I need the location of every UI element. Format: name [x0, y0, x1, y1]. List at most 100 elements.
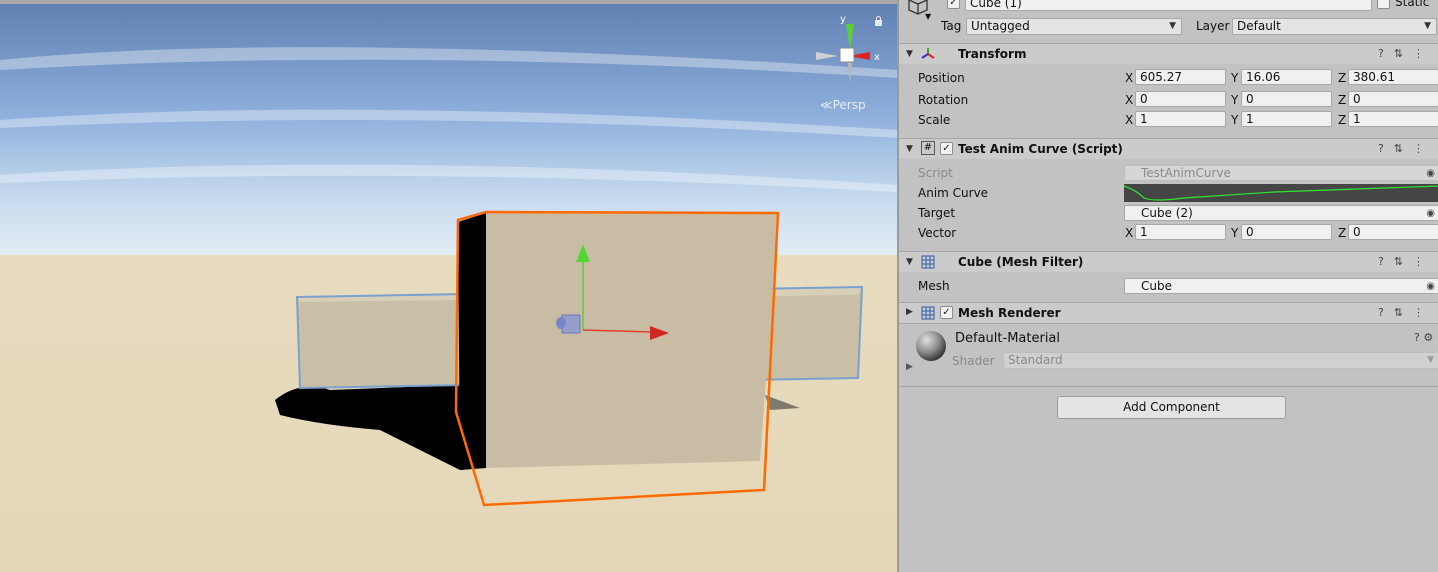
axis-z-label[interactable]: Z — [1338, 226, 1346, 240]
script-label: Script — [918, 166, 953, 180]
chevron-down-icon: ▼ — [1424, 21, 1431, 31]
object-picker-icon[interactable]: ◉ — [1426, 207, 1435, 220]
rotation-y-field[interactable]: 0 — [1241, 91, 1332, 107]
scale-x-field[interactable]: 1 — [1135, 111, 1226, 127]
script-value: TestAnimCurve — [1141, 166, 1231, 180]
lock-icon[interactable] — [874, 16, 883, 26]
help-icon: ? — [1377, 255, 1394, 268]
presets-icon: ⇅ — [1393, 142, 1413, 155]
help-icon: ? — [1377, 47, 1394, 60]
axis-x-label[interactable]: X — [1125, 113, 1133, 127]
presets-icon: ⇅ — [1393, 306, 1413, 319]
axis-x-label[interactable]: X — [1125, 71, 1133, 85]
material-preview-icon[interactable] — [915, 330, 947, 362]
static-checkbox[interactable] — [1377, 0, 1390, 9]
axis-z-label[interactable]: Z — [1338, 71, 1346, 85]
mesh-filter-icon — [921, 255, 935, 269]
transform-header[interactable]: ▼ Transform ?⇅⋮ — [899, 43, 1438, 64]
context-menu-icon: ⋮ — [1413, 255, 1434, 268]
foldout-collapsed-icon[interactable]: ▶ — [906, 307, 913, 317]
mesh-renderer-header[interactable]: ▶ ✓ Mesh Renderer ?⇅⋮ — [899, 302, 1438, 323]
context-menu-icon: ⋮ — [1413, 47, 1434, 60]
scale-label: Scale — [918, 113, 951, 127]
shader-label: Shader — [952, 354, 995, 368]
vector-y-field[interactable]: 0 — [1241, 224, 1332, 240]
active-checkbox[interactable]: ✓ — [947, 0, 960, 9]
vector-x-field[interactable]: 1 — [1135, 224, 1226, 240]
mesh-field[interactable]: Cube ◉ — [1124, 278, 1438, 294]
divider — [899, 323, 1438, 324]
axis-z-label[interactable]: Z — [1338, 93, 1346, 107]
gizmo-y-label: y — [840, 14, 846, 25]
foldout-arrow-icon[interactable]: ▼ — [906, 49, 913, 59]
scale-z-field[interactable]: 1 — [1348, 111, 1438, 127]
script-field: TestAnimCurve ◉ — [1124, 165, 1438, 181]
material-help-icon[interactable]: ? ⚙ — [1414, 331, 1433, 344]
icon-dropdown-caret[interactable]: ▼ — [925, 12, 931, 21]
static-label: Static — [1395, 0, 1430, 9]
axis-x-label[interactable]: X — [1125, 93, 1133, 107]
mesh-filter-title: Cube (Mesh Filter) — [958, 255, 1084, 269]
transform-icon — [921, 48, 935, 59]
add-component-button[interactable]: Add Component — [1057, 396, 1286, 419]
shader-dropdown: Standard ▼ — [1003, 352, 1438, 369]
transform-title: Transform — [958, 47, 1027, 61]
inspector-panel: ▼ ✓ Cube (1) Static Tag Untagged ▼ Layer… — [897, 0, 1438, 572]
rotation-x-field[interactable]: 0 — [1135, 91, 1226, 107]
scene-canvas[interactable] — [0, 0, 897, 572]
tag-label: Tag — [941, 19, 962, 33]
component-header-icons[interactable]: ?⇅⋮ — [1378, 47, 1434, 60]
script-component-title: Test Anim Curve (Script) — [958, 142, 1123, 156]
mesh-filter-header[interactable]: ▼ Cube (Mesh Filter) ?⇅⋮ — [899, 251, 1438, 272]
help-icon: ? — [1377, 306, 1394, 319]
script-component-header[interactable]: ▼ # ✓ Test Anim Curve (Script) ?⇅⋮ — [899, 138, 1438, 159]
script-icon: # — [921, 141, 935, 155]
material-foldout-icon[interactable]: ▶ — [906, 362, 913, 372]
foldout-arrow-icon[interactable]: ▼ — [906, 257, 913, 267]
anim-curve-field[interactable] — [1124, 184, 1438, 202]
projection-label[interactable]: ≪Persp — [820, 98, 866, 112]
layer-value: Default — [1237, 19, 1281, 33]
axis-y-label[interactable]: Y — [1231, 226, 1238, 240]
presets-icon: ⇅ — [1393, 47, 1413, 60]
position-label: Position — [918, 71, 965, 85]
axis-z-label[interactable]: Z — [1338, 113, 1346, 127]
component-header-icons[interactable]: ?⇅⋮ — [1378, 306, 1434, 319]
scene-view[interactable]: y x ≪Persp — [0, 0, 897, 572]
layer-dropdown[interactable]: Default ▼ — [1232, 18, 1437, 35]
component-header-icons[interactable]: ?⇅⋮ — [1378, 255, 1434, 268]
axis-y-label[interactable]: Y — [1231, 71, 1238, 85]
mesh-renderer-title: Mesh Renderer — [958, 306, 1061, 320]
axis-x-label[interactable]: X — [1125, 226, 1133, 240]
renderer-enabled-checkbox[interactable]: ✓ — [940, 306, 953, 319]
foldout-arrow-icon[interactable]: ▼ — [906, 144, 913, 154]
mesh-label: Mesh — [918, 279, 950, 293]
object-picker-icon[interactable]: ◉ — [1426, 280, 1435, 293]
layer-label: Layer — [1196, 19, 1230, 33]
presets-icon: ⇅ — [1393, 255, 1413, 268]
axis-y-label[interactable]: Y — [1231, 113, 1238, 127]
axis-y-label[interactable]: Y — [1231, 93, 1238, 107]
component-header-icons[interactable]: ?⇅⋮ — [1378, 142, 1434, 155]
rotation-z-field[interactable]: 0 — [1348, 91, 1438, 107]
main-cube-front — [486, 213, 778, 468]
vector-label: Vector — [918, 226, 957, 240]
tag-dropdown[interactable]: Untagged ▼ — [966, 18, 1182, 35]
position-x-field[interactable]: 605.27 — [1135, 69, 1226, 85]
position-y-field[interactable]: 16.06 — [1241, 69, 1332, 85]
target-label: Target — [918, 206, 956, 220]
target-field[interactable]: Cube (2) ◉ — [1124, 205, 1438, 221]
scale-y-field[interactable]: 1 — [1241, 111, 1332, 127]
object-name-field[interactable]: Cube (1) — [965, 0, 1372, 11]
scene-toolbar-edge — [0, 0, 897, 4]
script-enabled-checkbox[interactable]: ✓ — [940, 142, 953, 155]
rotation-label: Rotation — [918, 93, 969, 107]
context-menu-icon: ⋮ — [1413, 142, 1434, 155]
persp-label[interactable]: Persp — [833, 98, 866, 112]
vector-z-field[interactable]: 0 — [1348, 224, 1438, 240]
anim-curve-label: Anim Curve — [918, 186, 989, 200]
divider — [899, 386, 1438, 387]
shader-value: Standard — [1008, 353, 1063, 367]
position-z-field[interactable]: 380.61 — [1348, 69, 1438, 85]
object-picker-icon: ◉ — [1426, 168, 1435, 179]
